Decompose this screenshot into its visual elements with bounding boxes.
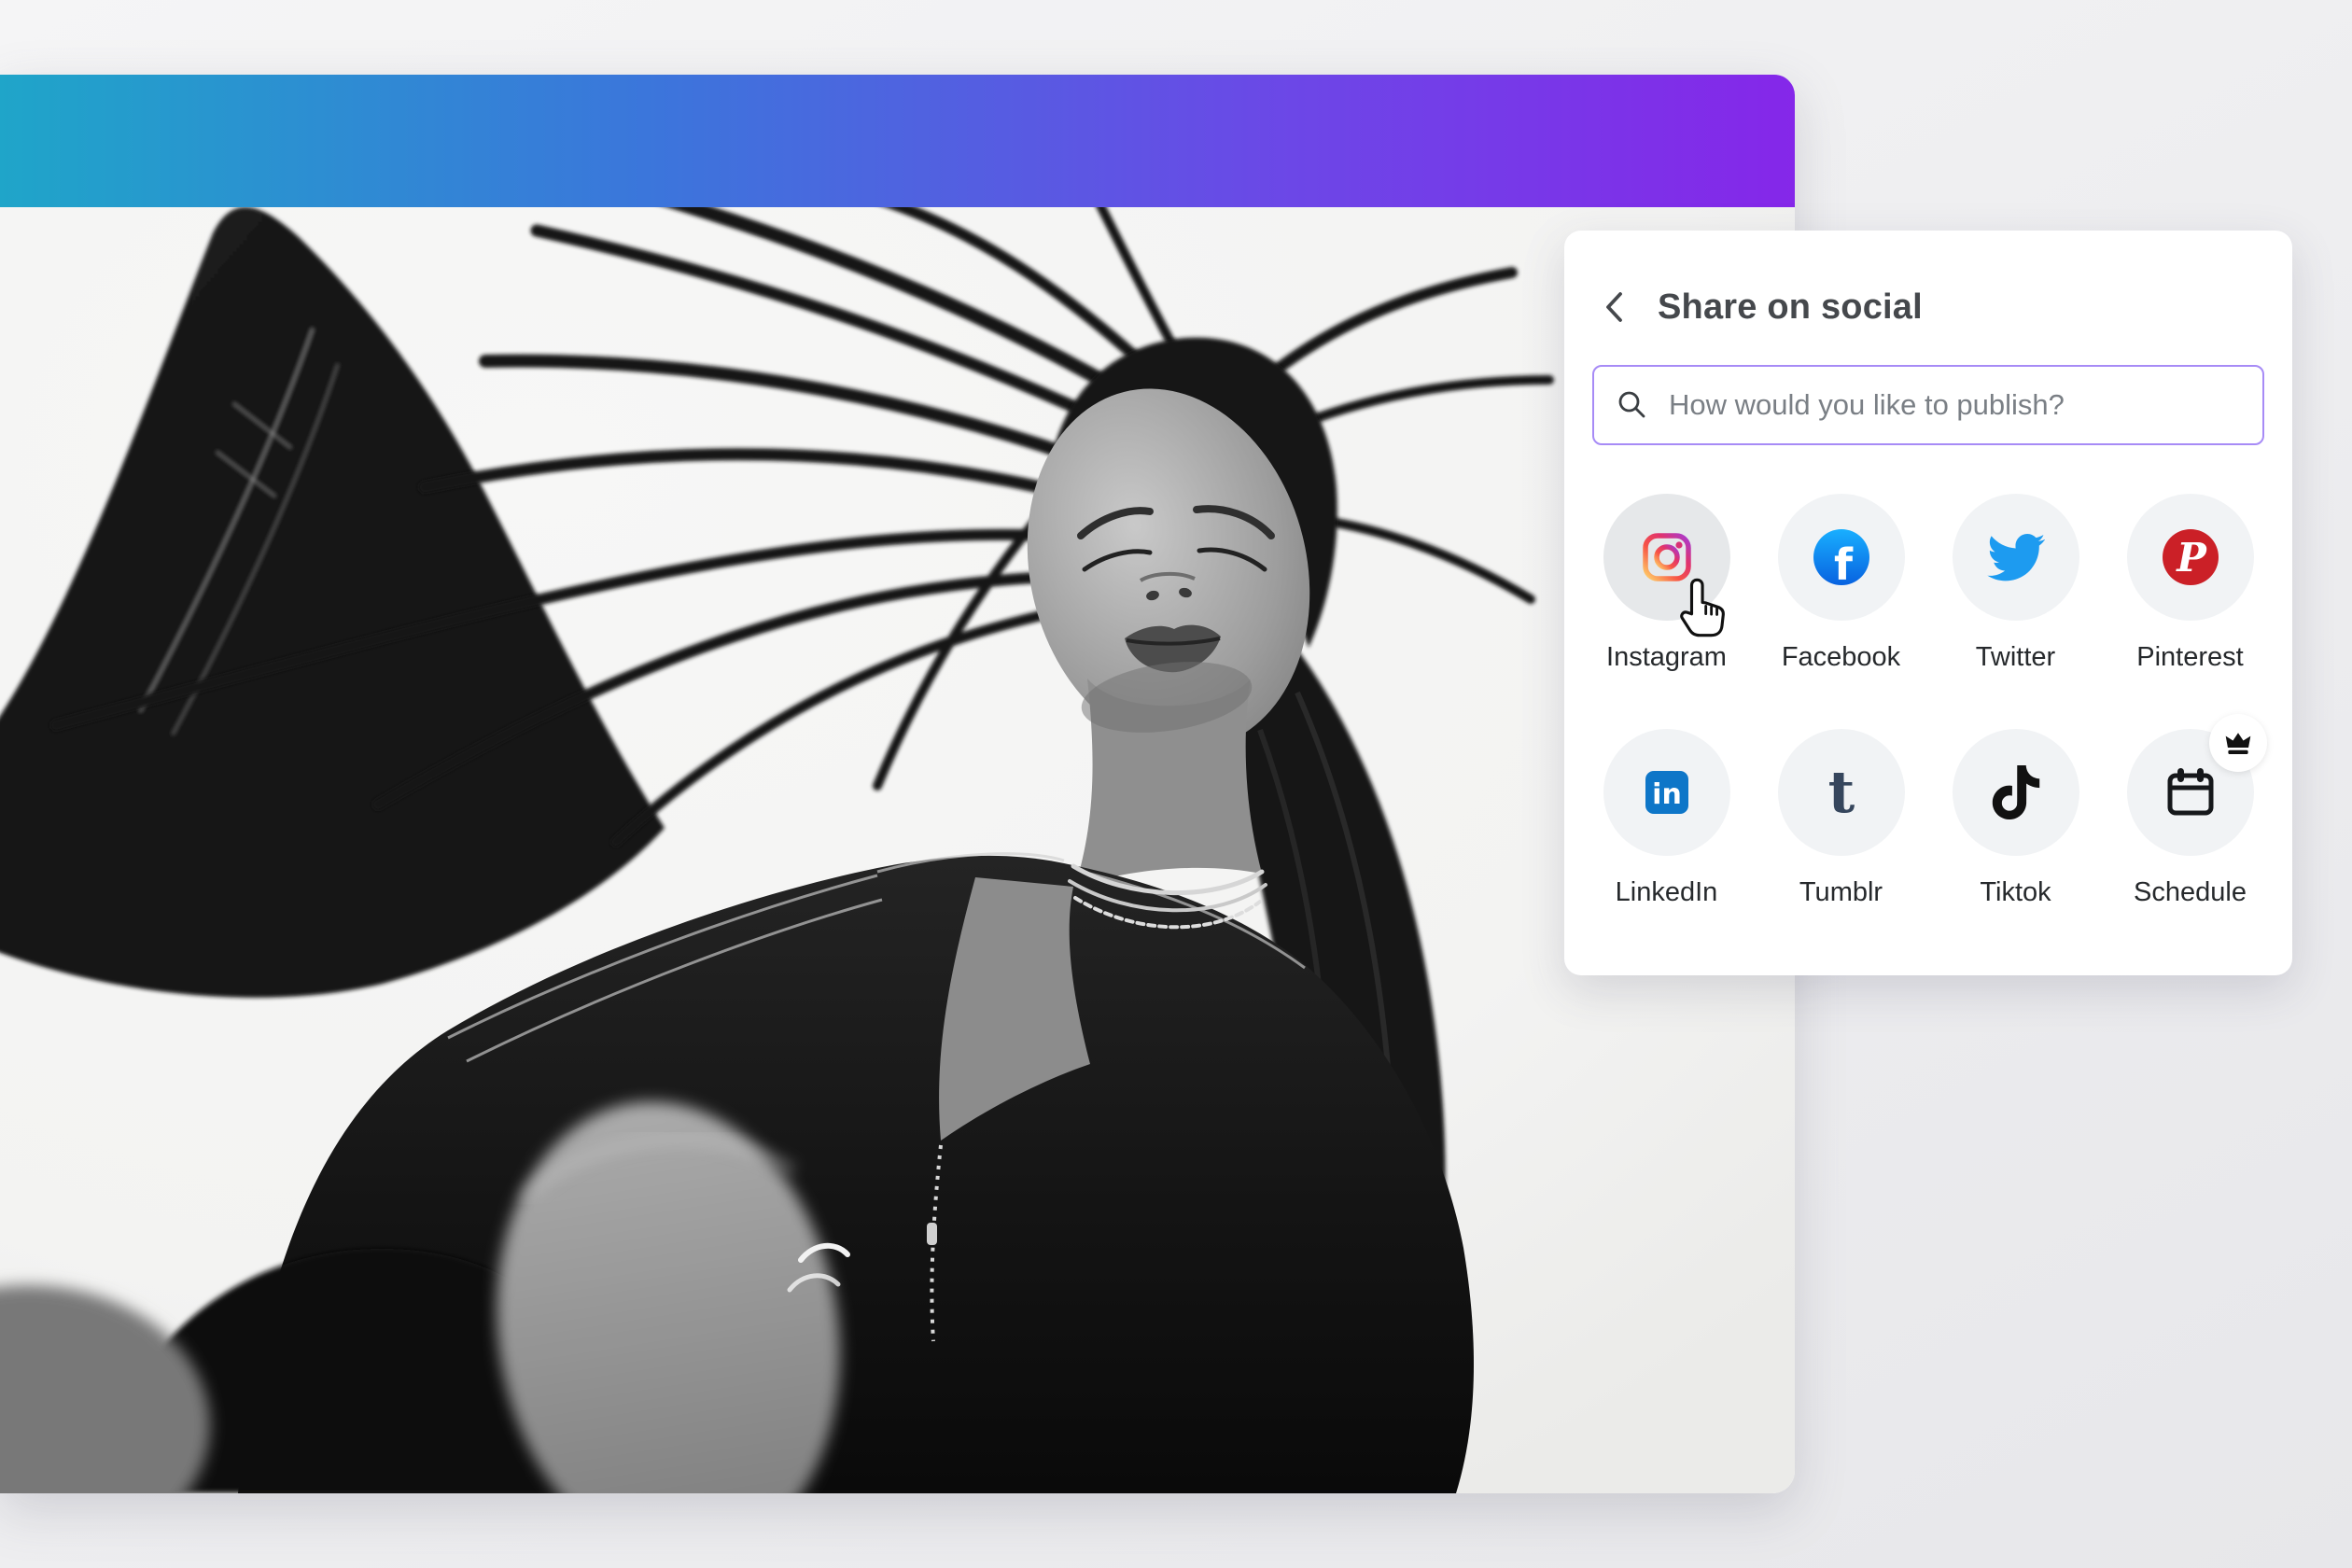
- option-label: Tiktok: [1980, 876, 2051, 908]
- facebook-icon: f: [1812, 527, 1871, 587]
- twitter-icon: [1987, 528, 2045, 586]
- share-option-tiktok[interactable]: Tiktok: [1953, 729, 2079, 908]
- calendar-icon: [2161, 763, 2220, 822]
- svg-text:in: in: [1652, 778, 1682, 811]
- chevron-left-icon: [1602, 289, 1626, 325]
- twitter-circle: [1953, 494, 2079, 621]
- share-option-facebook[interactable]: f Facebook: [1778, 494, 1905, 673]
- tumblr-circle: t: [1778, 729, 1905, 856]
- pinterest-circle: P: [2127, 494, 2254, 621]
- search-field-wrap: [1592, 365, 2264, 445]
- share-options-grid: Instagram f: [1564, 445, 2292, 908]
- schedule-circle: [2127, 729, 2254, 856]
- toolbar-actions: Share: [1216, 75, 1795, 207]
- option-label: Twitter: [1976, 641, 2055, 673]
- design-canvas-card: Share: [0, 75, 1795, 1493]
- tiktok-icon: [1989, 765, 2043, 819]
- canvas-photo[interactable]: [0, 207, 1795, 1493]
- search-input[interactable]: [1592, 365, 2264, 445]
- crown-icon: [2222, 727, 2254, 759]
- share-on-social-panel: Share on social: [1564, 231, 2292, 975]
- tiktok-circle: [1953, 729, 2079, 856]
- option-label: Tumblr: [1799, 876, 1883, 908]
- pinterest-icon: P: [2161, 527, 2220, 587]
- panel-title: Share on social: [1658, 287, 1923, 328]
- instagram-icon: [1637, 527, 1697, 587]
- share-option-instagram[interactable]: Instagram: [1603, 494, 1730, 673]
- svg-text:P: P: [2176, 535, 2207, 581]
- svg-text:t: t: [1827, 763, 1855, 822]
- app-stage: Share Share on social: [0, 0, 2352, 1568]
- option-label: Instagram: [1606, 641, 1727, 673]
- premium-badge: [2209, 714, 2267, 772]
- share-option-twitter[interactable]: Twitter: [1953, 494, 2079, 673]
- share-option-schedule[interactable]: Schedule: [2127, 729, 2254, 908]
- panel-header: Share on social: [1602, 287, 2255, 328]
- instagram-circle: [1603, 494, 1730, 621]
- share-option-tumblr[interactable]: t Tumblr: [1778, 729, 1905, 908]
- svg-text:f: f: [1833, 539, 1853, 587]
- back-button[interactable]: [1602, 288, 1633, 326]
- option-label: LinkedIn: [1616, 876, 1718, 908]
- option-label: Schedule: [2134, 876, 2247, 908]
- tumblr-icon: t: [1812, 763, 1871, 822]
- share-option-linkedin[interactable]: in LinkedIn: [1603, 729, 1730, 908]
- option-label: Pinterest: [2136, 641, 2243, 673]
- linkedin-icon: in: [1637, 763, 1697, 822]
- option-label: Facebook: [1782, 641, 1900, 673]
- photo-illustration: [0, 207, 1795, 1493]
- share-option-pinterest[interactable]: P Pinterest: [2127, 494, 2254, 673]
- editor-toolbar: Share: [0, 75, 1795, 207]
- facebook-circle: f: [1778, 494, 1905, 621]
- linkedin-circle: in: [1603, 729, 1730, 856]
